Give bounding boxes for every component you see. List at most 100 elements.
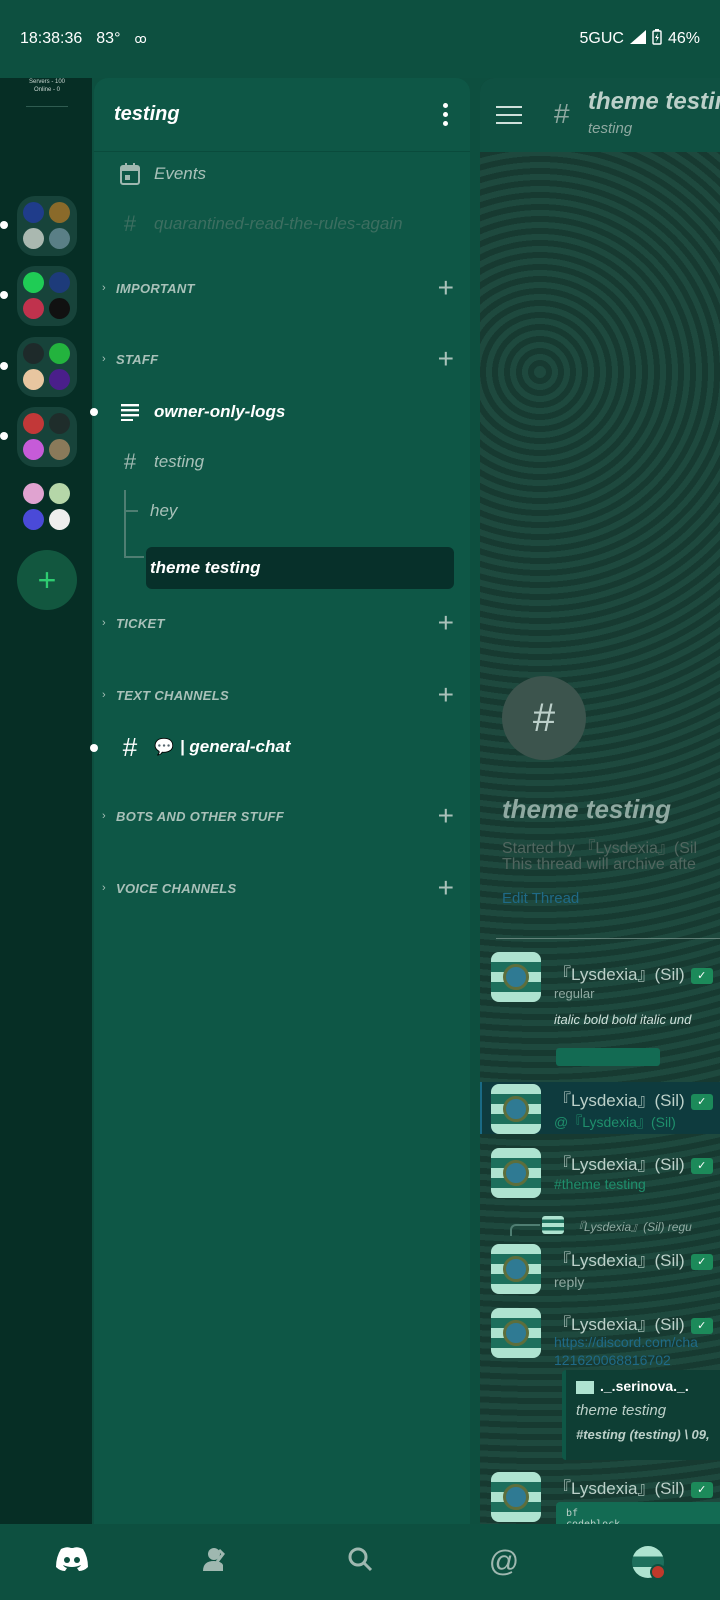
- signal-icon: [629, 29, 646, 49]
- verified-badge: ✓: [690, 967, 713, 984]
- avatar[interactable]: [491, 1148, 541, 1198]
- message-author[interactable]: 『Lysdexia』(Sil) ✓: [554, 960, 713, 985]
- message-author[interactable]: 『Lysdexia』(Sil) ✓: [554, 1310, 713, 1335]
- server-icon[interactable]: [23, 439, 44, 460]
- add-server-button[interactable]: +: [17, 550, 77, 610]
- chat-panel: # theme testing testing # theme testing …: [480, 78, 720, 1524]
- author-name: 『Lysdexia』(Sil): [554, 965, 685, 984]
- events-item[interactable]: Events: [94, 154, 470, 194]
- server-folder[interactable]: [17, 266, 77, 326]
- server-icon[interactable]: [23, 272, 44, 293]
- avatar[interactable]: [491, 1084, 541, 1134]
- message-author[interactable]: 『Lysdexia』(Sil) ✓: [554, 1246, 713, 1271]
- server-icon[interactable]: [23, 202, 44, 223]
- verified-badge: ✓: [690, 1157, 713, 1174]
- server-icon[interactable]: [49, 439, 70, 460]
- channel-forum-testing[interactable]: # testing: [94, 444, 470, 480]
- message-text: italic bold bold italic und: [554, 1012, 692, 1027]
- server-folder[interactable]: [17, 196, 77, 256]
- message-author[interactable]: 『Lysdexia』(Sil) ✓: [554, 1474, 713, 1499]
- server-icon[interactable]: [23, 369, 44, 390]
- embed-author-name: ._.serinova._.: [600, 1378, 689, 1394]
- server-icon[interactable]: [49, 369, 70, 390]
- add-channel-icon[interactable]: +: [438, 607, 454, 639]
- message-author[interactable]: 『Lysdexia』(Sil) ✓: [554, 1150, 713, 1175]
- server-icon[interactable]: [49, 228, 70, 249]
- edit-thread-link[interactable]: Edit Thread: [502, 890, 579, 907]
- search-tab[interactable]: [330, 1532, 390, 1592]
- embed-footer: #testing (testing) \ 09,: [576, 1427, 710, 1442]
- channel-owner-only-logs[interactable]: owner-only-logs: [94, 394, 470, 430]
- add-channel-icon[interactable]: +: [438, 800, 454, 832]
- link-embed[interactable]: ._.serinova._. theme testing #testing (t…: [562, 1370, 720, 1460]
- add-channel-icon[interactable]: +: [438, 272, 454, 304]
- chat-subtitle: testing: [588, 120, 633, 137]
- channel-label: owner-only-logs: [154, 402, 286, 421]
- category-voice[interactable]: › VOICE CHANNELS +: [94, 868, 470, 908]
- server-icon[interactable]: [49, 413, 70, 434]
- add-channel-icon[interactable]: +: [438, 872, 454, 904]
- add-channel-icon[interactable]: +: [438, 679, 454, 711]
- server-count: Servers - 100: [28, 79, 65, 85]
- category-label: STAFF: [116, 351, 159, 367]
- rules-channel-icon: [112, 403, 148, 421]
- author-name: 『Lysdexia』(Sil): [554, 1091, 685, 1110]
- unread-indicator: [0, 362, 8, 370]
- server-icon[interactable]: [23, 298, 44, 319]
- more-options-icon[interactable]: [440, 103, 450, 126]
- chevron-right-icon: ›: [102, 353, 106, 365]
- server-icon[interactable]: [49, 343, 70, 364]
- mentions-tab[interactable]: @: [474, 1532, 534, 1592]
- thread-icon: #: [502, 676, 586, 760]
- spoiler-block[interactable]: [556, 1048, 660, 1066]
- server-icon[interactable]: [23, 509, 44, 530]
- profile-tab[interactable]: [618, 1532, 678, 1592]
- gear-icon: [503, 964, 529, 990]
- message-author[interactable]: 『Lysdexia』(Sil) ✓: [554, 1086, 713, 1111]
- chevron-right-icon: ›: [102, 882, 106, 894]
- channel-label: | general-chat: [179, 737, 291, 756]
- server-icon[interactable]: [49, 272, 70, 293]
- home-tab[interactable]: [42, 1532, 102, 1592]
- message-link[interactable]: https://discord.com/cha: [554, 1334, 698, 1350]
- message-link[interactable]: 121620068816702: [554, 1352, 671, 1368]
- server-icon[interactable]: [23, 483, 44, 504]
- category-text-channels[interactable]: › TEXT CHANNELS +: [94, 675, 470, 715]
- friends-icon: [201, 1546, 231, 1579]
- avatar[interactable]: [491, 1308, 541, 1358]
- reply-preview[interactable]: 『Lysdexia』(Sil) regu: [572, 1218, 692, 1235]
- server-icon[interactable]: [49, 298, 70, 319]
- thread-theme-testing[interactable]: theme testing: [94, 548, 470, 588]
- channel-general-chat[interactable]: # 💬 | general-chat: [94, 728, 470, 766]
- server-folder[interactable]: [17, 407, 77, 467]
- avatar: [542, 1216, 564, 1234]
- category-important[interactable]: › IMPORTANT +: [94, 268, 470, 308]
- server-icon[interactable]: [49, 509, 70, 530]
- category-staff[interactable]: › STAFF +: [94, 339, 470, 379]
- menu-icon[interactable]: [496, 106, 522, 124]
- battery-level: 46%: [667, 30, 700, 47]
- avatar[interactable]: [491, 1472, 541, 1522]
- server-header[interactable]: testing: [94, 78, 470, 152]
- channel-link[interactable]: #theme testing: [554, 1176, 646, 1192]
- server-icon[interactable]: [23, 228, 44, 249]
- server-icon[interactable]: [49, 483, 70, 504]
- add-channel-icon[interactable]: +: [438, 343, 454, 375]
- search-icon: [347, 1546, 373, 1579]
- server-folder[interactable]: [17, 337, 77, 397]
- thread-hey[interactable]: hey: [94, 494, 470, 528]
- thread-channel-icon: #: [123, 449, 137, 474]
- channel-quarantined[interactable]: # quarantined-read-the-rules-again: [94, 204, 470, 244]
- author-name: 『Lysdexia』(Sil): [554, 1479, 685, 1498]
- category-ticket[interactable]: › TICKET +: [94, 603, 470, 643]
- avatar[interactable]: [491, 1244, 541, 1294]
- server-icon[interactable]: [23, 413, 44, 434]
- mention-text[interactable]: @『Lysdexia』(Sil): [554, 1112, 676, 1132]
- friends-tab[interactable]: [186, 1532, 246, 1592]
- verified-badge: ✓: [690, 1317, 713, 1334]
- avatar[interactable]: [491, 952, 541, 1002]
- category-bots[interactable]: › BOTS AND OTHER STUFF +: [94, 796, 470, 836]
- server-folder[interactable]: [17, 477, 77, 537]
- server-icon[interactable]: [49, 202, 70, 223]
- server-icon[interactable]: [23, 343, 44, 364]
